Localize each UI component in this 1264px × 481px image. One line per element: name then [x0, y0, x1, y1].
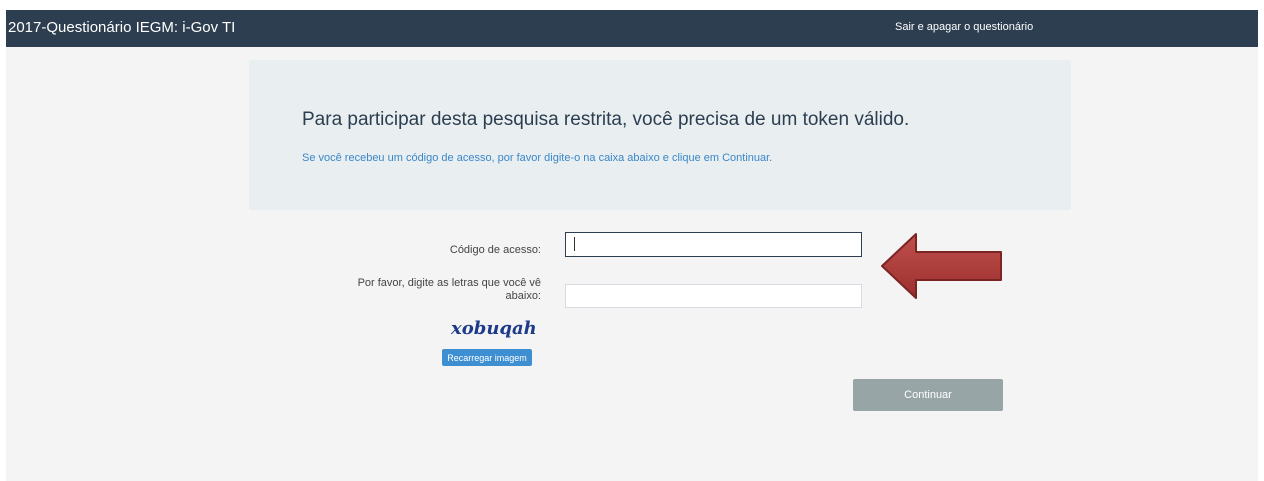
- left-arrow-icon: [881, 233, 1002, 299]
- alert-title: Para participar desta pesquisa restrita,…: [302, 109, 910, 130]
- captcha-label: Por favor, digite as letras que você vê …: [357, 277, 541, 302]
- survey-title: 2017-Questionário IEGM: i-Gov TI: [8, 19, 236, 36]
- captcha-input[interactable]: [565, 284, 862, 308]
- text-cursor: [574, 237, 575, 251]
- access-code-label: Código de acesso:: [449, 244, 541, 256]
- exit-and-clear-link[interactable]: Sair e apagar o questionário: [895, 21, 1033, 33]
- token-required-alert: Para participar desta pesquisa restrita,…: [249, 60, 1071, 210]
- alert-instructions: Se você recebeu um código de acesso, por…: [302, 152, 773, 164]
- reload-captcha-button[interactable]: Recarregar imagem: [442, 349, 532, 366]
- continue-button[interactable]: Continuar: [853, 379, 1003, 411]
- access-code-input[interactable]: [565, 232, 862, 257]
- page-frame: 2017-Questionário IEGM: i-Gov TI Sair e …: [6, 10, 1258, 481]
- captcha-image: xobuqah: [451, 318, 537, 339]
- top-navbar: 2017-Questionário IEGM: i-Gov TI Sair e …: [6, 10, 1258, 47]
